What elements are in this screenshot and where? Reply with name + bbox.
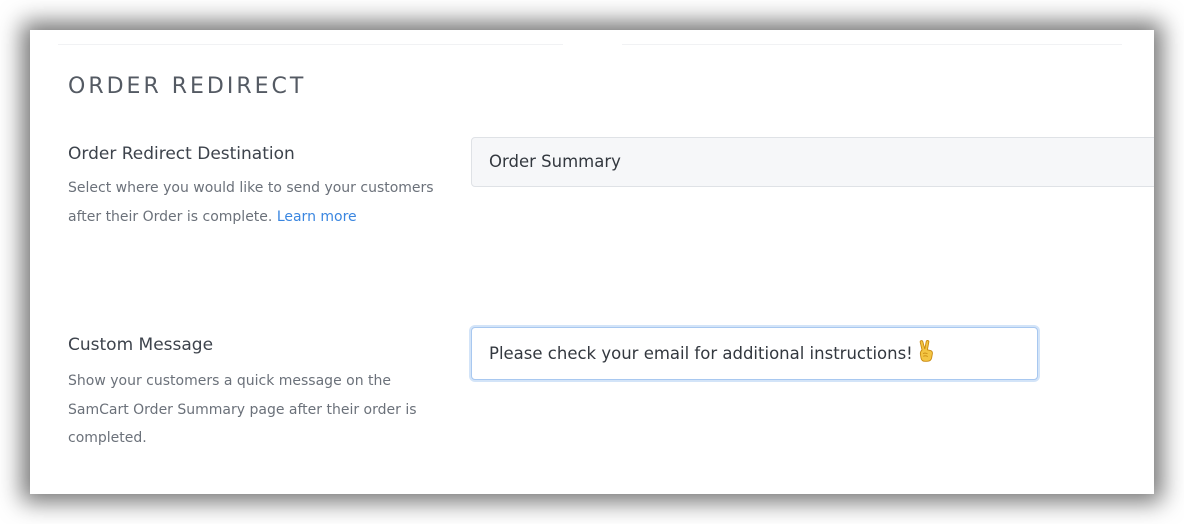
custom-message-description: Show your customers a quick message on t… (68, 373, 417, 446)
custom-message-value: Please check your email for additional i… (489, 344, 913, 363)
redirect-destination-description: Select where you would like to send your… (68, 174, 438, 231)
redirect-destination-label: Order Redirect Destination (68, 144, 295, 164)
settings-panel: ORDER REDIRECT Order Redirect Destinatio… (30, 30, 1154, 494)
section-title: ORDER REDIRECT (68, 74, 307, 99)
divider (622, 44, 1122, 45)
learn-more-link[interactable]: Learn more (277, 209, 357, 225)
victory-hand-icon (917, 331, 935, 362)
custom-message-label: Custom Message (68, 335, 214, 355)
divider (58, 44, 563, 45)
redirect-destination-select[interactable]: Order Summary (471, 137, 1154, 187)
redirect-description-text: Select where you would like to send your… (68, 180, 434, 225)
custom-message-input[interactable]: Please check your email for additional i… (471, 327, 1038, 380)
